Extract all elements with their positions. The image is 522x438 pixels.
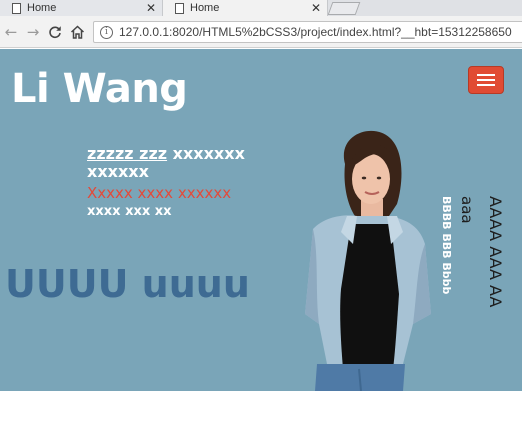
forward-icon[interactable]: → [24,22,42,42]
page-below-fold [0,391,522,438]
headline-text: UUUU uuuu [5,262,250,306]
hamburger-icon-bar [477,74,495,76]
close-icon[interactable]: ✕ [311,1,321,15]
tab-home-2[interactable]: Home ✕ [163,0,328,16]
tab-home-1[interactable]: Home ✕ [0,0,163,16]
tab-title: Home [27,2,57,14]
reload-icon[interactable] [46,22,64,42]
address-bar[interactable]: i 127.0.0.1:8020/HTML5%2bCSS3/project/in… [93,21,522,43]
hamburger-icon-bar [477,84,495,86]
document-icon [175,2,184,14]
intro-line-3: xxxx xxx xx [87,204,172,219]
menu-toggle-button[interactable] [468,66,504,94]
home-icon[interactable] [68,22,86,42]
tab-title: Home [190,2,220,14]
intro-underlined-text: zzzzz zzz [87,144,168,163]
document-icon [12,2,21,14]
side-text-1: AAAA AAA AA [486,196,505,308]
back-icon[interactable]: ← [2,22,20,42]
info-icon[interactable]: i [100,25,113,39]
hero-section: Li Wang zzzzz zzz xxxxxxx xxxxxx Xxxxx x… [0,49,522,391]
side-text-3: BBBB BBB Bbbb [440,196,453,295]
url-text: 127.0.0.1:8020/HTML5%2bCSS3/project/inde… [119,25,512,39]
intro-line-1: zzzzz zzz xxxxxxx xxxxxx [87,145,267,181]
brand-logo[interactable]: Li Wang [11,69,188,109]
tab-bar: Home ✕ Home ✕ [0,0,522,16]
hamburger-icon-bar [477,79,495,81]
person-photo [305,130,431,391]
side-text-2: aaa [458,196,476,224]
intro-text: zzzzz zzz xxxxxxx xxxxxx Xxxxx xxxx xxxx… [87,145,267,221]
browser-toolbar: ← → i 127.0.0.1:8020/HTML5%2bCSS3/projec… [0,16,522,48]
close-icon[interactable]: ✕ [146,1,156,15]
intro-line-2: Xxxxx xxxx xxxxxx [87,184,232,202]
new-tab-button[interactable] [327,2,361,15]
